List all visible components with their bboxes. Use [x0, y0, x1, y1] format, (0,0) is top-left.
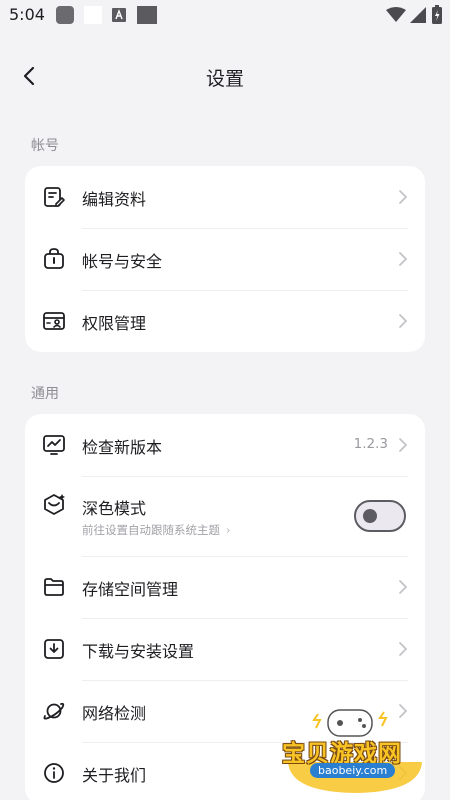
version-value: 1.2.3	[353, 436, 388, 452]
settings-item-storage[interactable]: 存储空间管理	[25, 556, 425, 618]
status-time: 5:04	[9, 5, 45, 24]
page-title: 设置	[205, 68, 244, 90]
battery-icon	[432, 5, 442, 24]
dark-mode-toggle[interactable]	[354, 500, 406, 532]
download-icon	[44, 639, 64, 659]
chevron-right-icon	[399, 580, 408, 594]
settings-item-label: 下载与安装设置	[82, 642, 195, 661]
chevron-right-icon	[399, 190, 408, 204]
watermark: 宝贝游戏网 baobeiy.com	[270, 700, 440, 798]
settings-item-label: 检查新版本	[82, 438, 163, 457]
settings-item-download-install[interactable]: 下载与安装设置	[25, 618, 425, 680]
settings-item-label: 网络检测	[82, 704, 147, 723]
planet-network-icon	[43, 702, 65, 720]
lock-icon	[44, 248, 64, 269]
wifi-icon	[386, 7, 406, 22]
settings-item-label: 权限管理	[82, 314, 147, 333]
account-settings-card: 编辑资料 帐号与安全 权限管理	[25, 166, 425, 352]
chevron-right-icon	[399, 252, 408, 266]
section-label-general: 通用	[31, 386, 59, 402]
chevron-right-icon	[399, 314, 408, 328]
settings-item-account-security[interactable]: 帐号与安全	[25, 228, 425, 290]
chevron-right-small-icon: ›	[226, 523, 231, 537]
permission-card-icon	[43, 312, 65, 330]
settings-item-check-update[interactable]: 检查新版本 1.2.3	[25, 414, 425, 476]
dark-mode-cube-icon	[44, 494, 65, 515]
settings-item-label: 帐号与安全	[82, 252, 163, 271]
settings-item-label: 存储空间管理	[82, 580, 179, 599]
chevron-right-icon	[399, 642, 408, 656]
folder-icon	[44, 578, 64, 596]
edit-profile-icon	[44, 187, 65, 207]
font-a-icon	[112, 8, 126, 22]
section-label-account: 帐号	[31, 138, 59, 154]
dark-mode-hint-text: 前往设置自动跟随系统主题	[82, 523, 220, 537]
top-app-bar: 设置	[0, 56, 450, 96]
settings-item-dark-mode[interactable]: 深色模式 前往设置自动跟随系统主题 ›	[25, 476, 425, 556]
settings-item-permissions[interactable]: 权限管理	[25, 290, 425, 352]
signal-icon	[410, 7, 426, 23]
toggle-knob	[363, 509, 377, 523]
update-chart-icon	[43, 435, 65, 455]
info-icon	[44, 763, 64, 783]
settings-item-label: 关于我们	[82, 766, 147, 785]
settings-item-label: 编辑资料	[82, 190, 147, 209]
settings-item-label: 深色模式	[82, 499, 147, 518]
settings-item-edit-profile[interactable]: 编辑资料	[25, 166, 425, 228]
dark-mode-hint-link[interactable]: 前往设置自动跟随系统主题 ›	[82, 522, 231, 538]
chevron-right-icon	[399, 438, 408, 452]
white-square-icon	[84, 6, 102, 24]
status-bar: 5:04	[0, 0, 450, 30]
notification-square-icon	[56, 6, 74, 24]
watermark-domain: baobeiy.com	[310, 763, 396, 778]
dark-square-icon	[137, 6, 157, 24]
